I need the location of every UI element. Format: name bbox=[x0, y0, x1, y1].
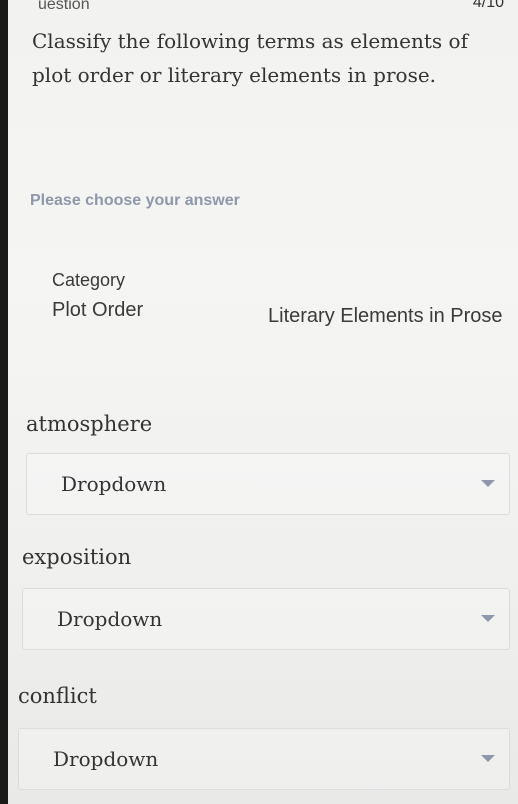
dropdown-placeholder: Dropdown bbox=[53, 747, 159, 771]
category-plot-order: Plot Order bbox=[52, 299, 144, 321]
dropdown-placeholder: Dropdown bbox=[57, 607, 163, 631]
caret-down-icon bbox=[481, 615, 495, 622]
term-atmosphere: atmosphere bbox=[26, 412, 153, 436]
dropdown-conflict[interactable]: Dropdown bbox=[18, 728, 510, 790]
question-progress: 4/10 bbox=[472, 0, 504, 11]
question-header-label: uestion bbox=[38, 0, 90, 13]
answer-prompt: Please choose your answer bbox=[30, 192, 240, 209]
term-exposition: exposition bbox=[22, 545, 132, 569]
quiz-screen: uestion 4/10 Classify the following term… bbox=[8, 0, 518, 804]
dropdown-atmosphere[interactable]: Dropdown bbox=[26, 453, 510, 515]
caret-down-icon bbox=[481, 755, 495, 762]
category-heading: Category bbox=[52, 270, 126, 290]
category-literary-elements: Literary Elements in Prose bbox=[268, 305, 503, 327]
question-text: Classify the following terms as elements… bbox=[32, 29, 468, 87]
dropdown-placeholder: Dropdown bbox=[61, 472, 167, 496]
dropdown-exposition[interactable]: Dropdown bbox=[22, 588, 510, 650]
term-conflict: conflict bbox=[18, 684, 97, 708]
caret-down-icon bbox=[481, 480, 495, 487]
